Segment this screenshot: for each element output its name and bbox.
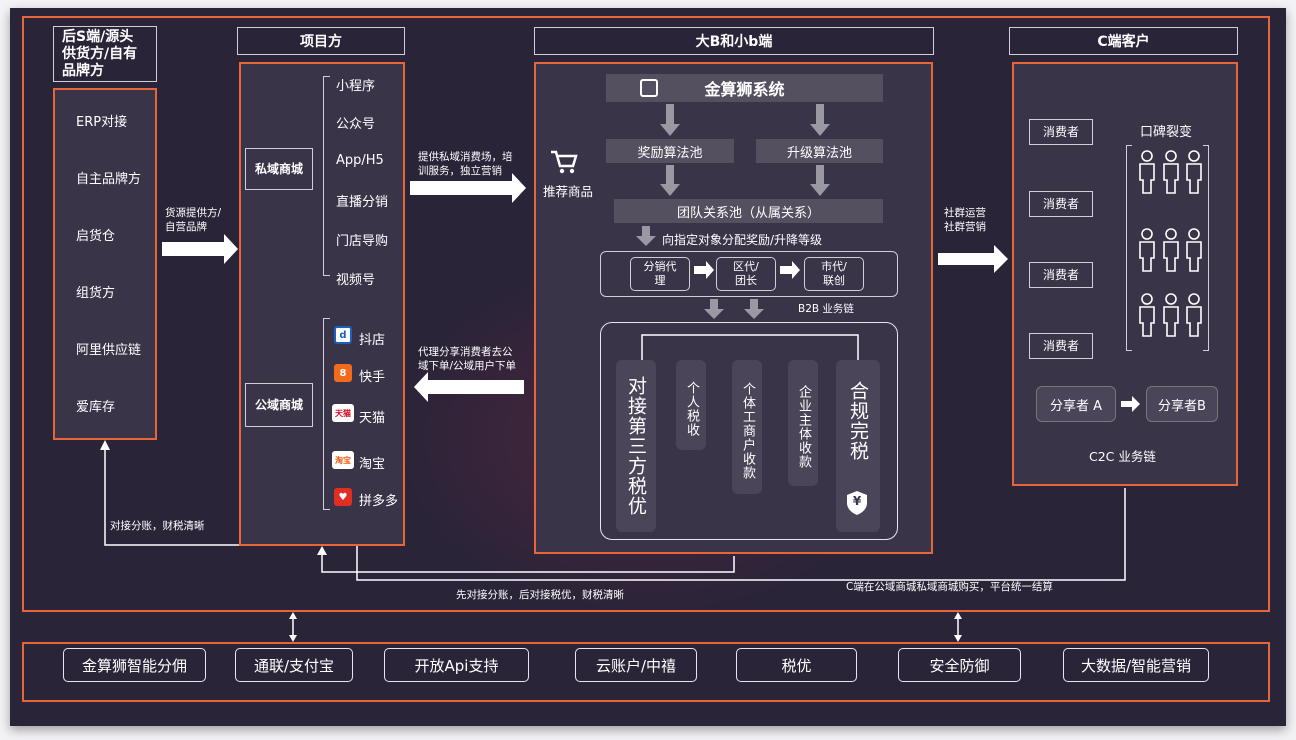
arrow-business-to-customer xyxy=(938,245,1008,273)
arrow-level-2-to-3 xyxy=(780,261,800,279)
arrow-levels-to-tax-2 xyxy=(744,299,764,319)
arrow-business-to-project xyxy=(414,372,524,402)
arrowhead-supplier-up xyxy=(100,440,110,450)
arrow-system-to-reward xyxy=(660,104,680,136)
arrow-system-to-upgrade xyxy=(810,104,830,136)
arrow-sharer-a-to-b xyxy=(1121,396,1140,412)
arrowhead-services-left-down xyxy=(289,635,297,642)
arrow-team-to-assign xyxy=(636,226,656,246)
arrowhead-project-up xyxy=(317,546,327,555)
connector-layer xyxy=(100,104,1140,642)
arrow-upgrade-to-team xyxy=(810,165,830,196)
line-bottom-settlement xyxy=(356,488,1126,581)
tax-bracket-line xyxy=(641,334,859,360)
line-bottom-loop xyxy=(321,552,735,573)
arrow-project-to-business xyxy=(410,173,526,203)
arrow-supply-to-project xyxy=(162,234,238,264)
arrowhead-services-right-up xyxy=(954,612,962,619)
line-project-to-supplier xyxy=(104,446,239,546)
arrowhead-services-right-down xyxy=(954,635,962,642)
arrow-level-1-to-2 xyxy=(694,261,714,279)
arrowhead-services-left-up xyxy=(289,612,297,619)
arrow-levels-to-tax-1 xyxy=(704,299,724,319)
arrow-reward-to-team xyxy=(660,165,680,196)
